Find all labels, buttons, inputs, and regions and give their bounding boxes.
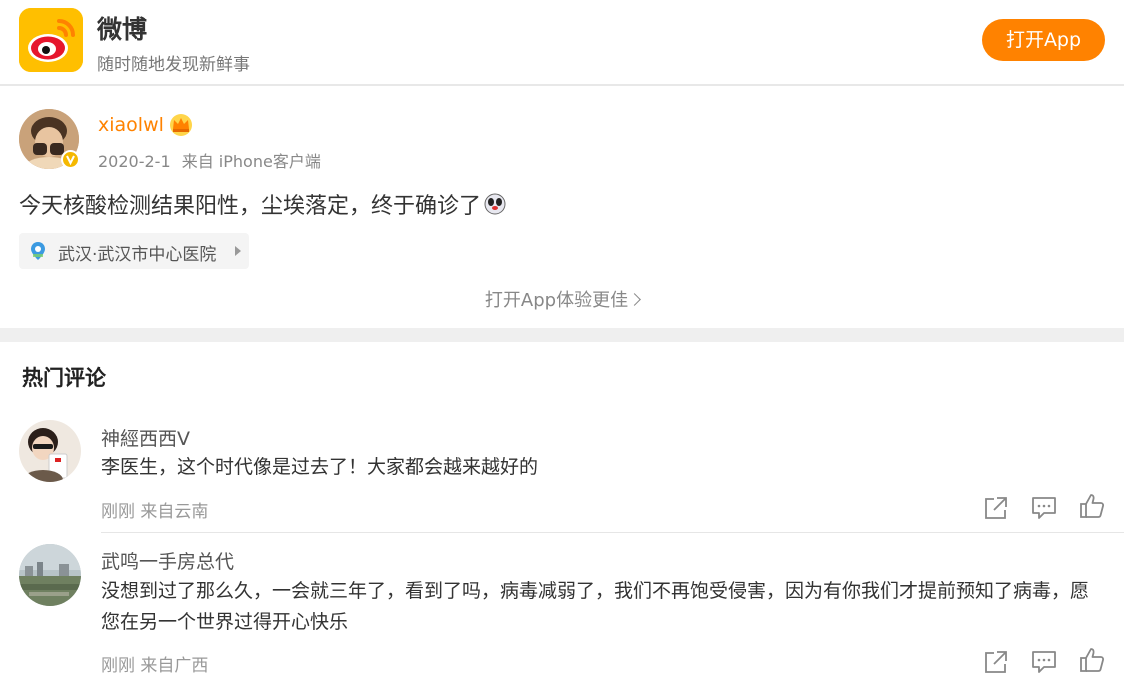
post-text: 今天核酸检测结果阳性，尘埃落定，终于确诊了: [19, 194, 482, 219]
share-icon[interactable]: [983, 649, 1009, 675]
verified-badge-icon: [61, 150, 80, 169]
post-source: 来自 iPhone客户端: [181, 152, 321, 171]
comment-divider: [101, 532, 1124, 533]
share-icon[interactable]: [983, 495, 1009, 521]
location-tag[interactable]: 武汉·武汉市中心医院: [19, 233, 249, 269]
open-app-link[interactable]: 打开App体验更佳: [0, 286, 1124, 312]
location-text: 武汉·武汉市中心医院: [58, 245, 217, 265]
comment-meta: 刚刚 来自广西: [101, 656, 209, 676]
comment-icon[interactable]: [1031, 649, 1057, 675]
comment-text: 李医生，这个时代像是过去了！大家都会越来越好的: [101, 456, 539, 478]
comment-meta: 刚刚 来自云南: [101, 502, 209, 522]
weibo-logo-icon: [19, 8, 83, 72]
chevron-right-icon: [628, 293, 641, 306]
app-name: 微博: [97, 15, 148, 44]
post-username[interactable]: xiaolwl: [98, 114, 164, 136]
app-slogan: 随时随地发现新鲜事: [97, 55, 250, 75]
like-icon[interactable]: [1079, 493, 1105, 519]
section-divider: [0, 328, 1124, 342]
open-app-link-label: 打开App体验更佳: [484, 290, 629, 311]
chevron-right-icon: [235, 246, 241, 256]
like-icon[interactable]: [1079, 647, 1105, 673]
avatar[interactable]: [19, 420, 81, 482]
weibo-post: xiaolwl 2020-2-1 来自 iPhone客户端 今天核酸检测结果阳性…: [0, 88, 1124, 328]
crown-icon: [168, 112, 194, 136]
avatar[interactable]: [19, 544, 81, 606]
doge-emoji-icon: [483, 192, 507, 216]
post-content: 今天核酸检测结果阳性，尘埃落定，终于确诊了: [19, 188, 507, 220]
comment-icon[interactable]: [1031, 495, 1057, 521]
app-banner: 微博 随时随地发现新鲜事 打开App: [0, 0, 1124, 86]
post-date: 2020-2-1: [98, 152, 171, 171]
comment-author[interactable]: 武鸣一手房总代: [101, 547, 234, 574]
open-app-button[interactable]: 打开App: [982, 19, 1105, 61]
comment-text: 没想到过了那么久，一会就三年了，看到了吗，病毒减弱了，我们不再饱受侵害，因为有你…: [101, 580, 1090, 633]
comment-author[interactable]: 神經西西V: [101, 424, 190, 451]
post-meta: 2020-2-1 来自 iPhone客户端: [98, 148, 321, 172]
hot-comments-title: 热门评论: [22, 366, 106, 390]
location-pin-icon: [28, 241, 48, 261]
